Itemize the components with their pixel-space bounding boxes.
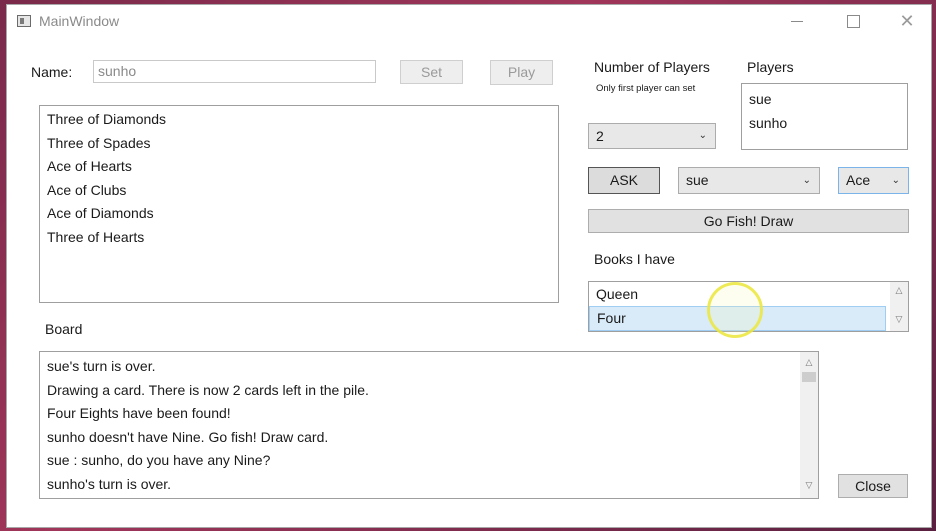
name-label: Name: (31, 64, 73, 80)
set-button[interactable]: Set (400, 60, 463, 84)
number-of-players-select[interactable]: 2 ⌄ (588, 123, 716, 149)
hand-card-item[interactable]: Three of Spades (40, 132, 558, 156)
scroll-up-icon[interactable]: △ (890, 285, 908, 296)
mouse-cursor-highlight (707, 282, 763, 338)
board-line: sunho doesn't have Nine. Go fish! Draw c… (47, 428, 329, 445)
scroll-thumb[interactable] (802, 372, 816, 382)
hand-card-item[interactable]: Ace of Diamonds (40, 202, 558, 226)
number-of-players-label: Number of Players (594, 59, 710, 75)
scroll-down-icon[interactable]: ▽ (800, 480, 818, 491)
hand-card-item[interactable]: Three of Hearts (40, 226, 558, 250)
hand-list[interactable]: Three of Diamonds Three of Spades Ace of… (39, 105, 559, 303)
number-of-players-note: Only first player can set (596, 83, 696, 94)
books-scrollbar[interactable]: △ ▽ (890, 282, 908, 331)
close-window-icon[interactable]: ✕ (897, 11, 917, 31)
minimize-icon[interactable] (787, 11, 807, 31)
target-player-select[interactable]: sue ⌄ (678, 167, 820, 194)
board-line: Drawing a card. There is now 2 cards lef… (47, 381, 369, 398)
maximize-icon[interactable] (843, 11, 863, 31)
books-label: Books I have (594, 251, 675, 267)
player-item[interactable]: sunho (742, 112, 907, 136)
player-item[interactable]: sue (742, 88, 907, 112)
title-bar: MainWindow ✕ (7, 5, 931, 37)
board-line: sue's turn is over. (47, 358, 156, 374)
chevron-down-icon: ⌄ (698, 130, 707, 141)
hand-card-item[interactable]: Ace of Clubs (40, 179, 558, 203)
hand-card-item[interactable]: Ace of Hearts (40, 155, 558, 179)
scroll-down-icon[interactable]: ▽ (890, 314, 908, 325)
app-window-icon (17, 15, 31, 27)
window-title: MainWindow (39, 13, 120, 29)
play-button[interactable]: Play (490, 60, 553, 85)
target-rank-value: Ace (846, 172, 871, 188)
target-player-value: sue (686, 172, 709, 188)
close-button[interactable]: Close (838, 474, 908, 498)
board-scrollbar[interactable]: △ ▽ (800, 352, 818, 498)
hand-card-item[interactable]: Three of Diamonds (40, 108, 558, 132)
ask-button[interactable]: ASK (588, 167, 660, 194)
board-line: Four Eights have been found! (47, 405, 231, 422)
board-label: Board (45, 321, 83, 337)
players-list[interactable]: sue sunho (741, 83, 908, 150)
name-input[interactable]: sunho (93, 60, 376, 83)
main-window: MainWindow ✕ Name: sunho Set Play Three … (6, 4, 932, 528)
scroll-up-icon[interactable]: △ (800, 357, 818, 368)
chevron-down-icon: ⌄ (891, 175, 900, 186)
go-fish-draw-button[interactable]: Go Fish! Draw (588, 209, 909, 233)
players-label: Players (747, 59, 794, 75)
target-rank-select[interactable]: Ace ⌄ (838, 167, 909, 194)
board-log[interactable]: sue's turn is over. Drawing a card. Ther… (39, 351, 819, 499)
number-of-players-value: 2 (596, 128, 604, 144)
chevron-down-icon: ⌄ (802, 175, 811, 186)
board-line: sunho's turn is over. (47, 475, 172, 492)
board-line: sue : sunho, do you have any Nine? (47, 452, 271, 469)
